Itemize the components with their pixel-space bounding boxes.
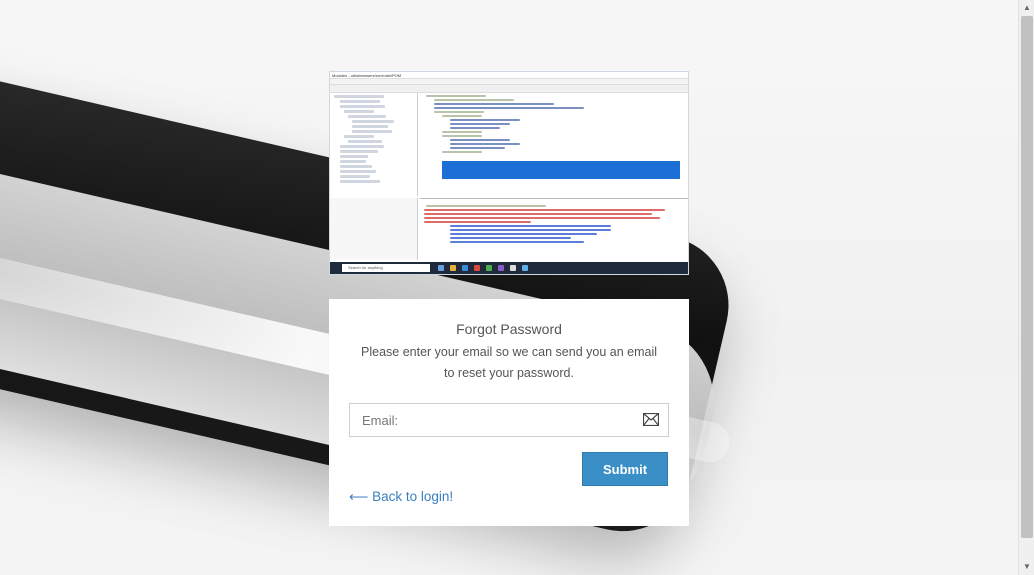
screenshot-search-box: Search for anything [342, 264, 430, 272]
screenshot-taskbar: Search for anything [330, 262, 688, 274]
screenshot-package-explorer [330, 93, 418, 196]
email-field-wrapper [349, 403, 669, 437]
back-to-login-label: Back to login! [372, 489, 454, 504]
screenshot-toolbar [330, 85, 688, 93]
mail-icon [642, 412, 660, 427]
page-title: Forgot Password [456, 321, 562, 337]
email-field[interactable] [350, 404, 640, 436]
screenshot-code-editor [420, 93, 688, 196]
screenshot-selected-code [442, 161, 680, 179]
page-scrollbar[interactable]: ▲ ▼ [1018, 0, 1034, 575]
scroll-down-icon[interactable]: ▼ [1019, 559, 1034, 575]
scroll-up-icon[interactable]: ▲ [1019, 0, 1034, 16]
screenshot-window-title: Modules - ultrabrowsers/src/main/POM [330, 72, 688, 79]
screenshot-outline-panel [330, 198, 418, 260]
scrollbar-thumb[interactable] [1021, 16, 1033, 538]
forgot-password-card: Forgot Password Please enter your email … [329, 299, 689, 526]
error-screenshot-image: Modules - ultrabrowsers/src/main/POM Sea… [329, 71, 689, 275]
submit-button[interactable]: Submit [582, 452, 668, 486]
screenshot-body: Search for anything [330, 93, 688, 274]
instructions-text: Please enter your email so we can send y… [361, 345, 657, 380]
back-to-login-link[interactable]: ⟵ Back to login! [349, 489, 453, 505]
screenshot-console [420, 198, 688, 260]
arrow-left-icon: ⟵ [349, 489, 369, 504]
